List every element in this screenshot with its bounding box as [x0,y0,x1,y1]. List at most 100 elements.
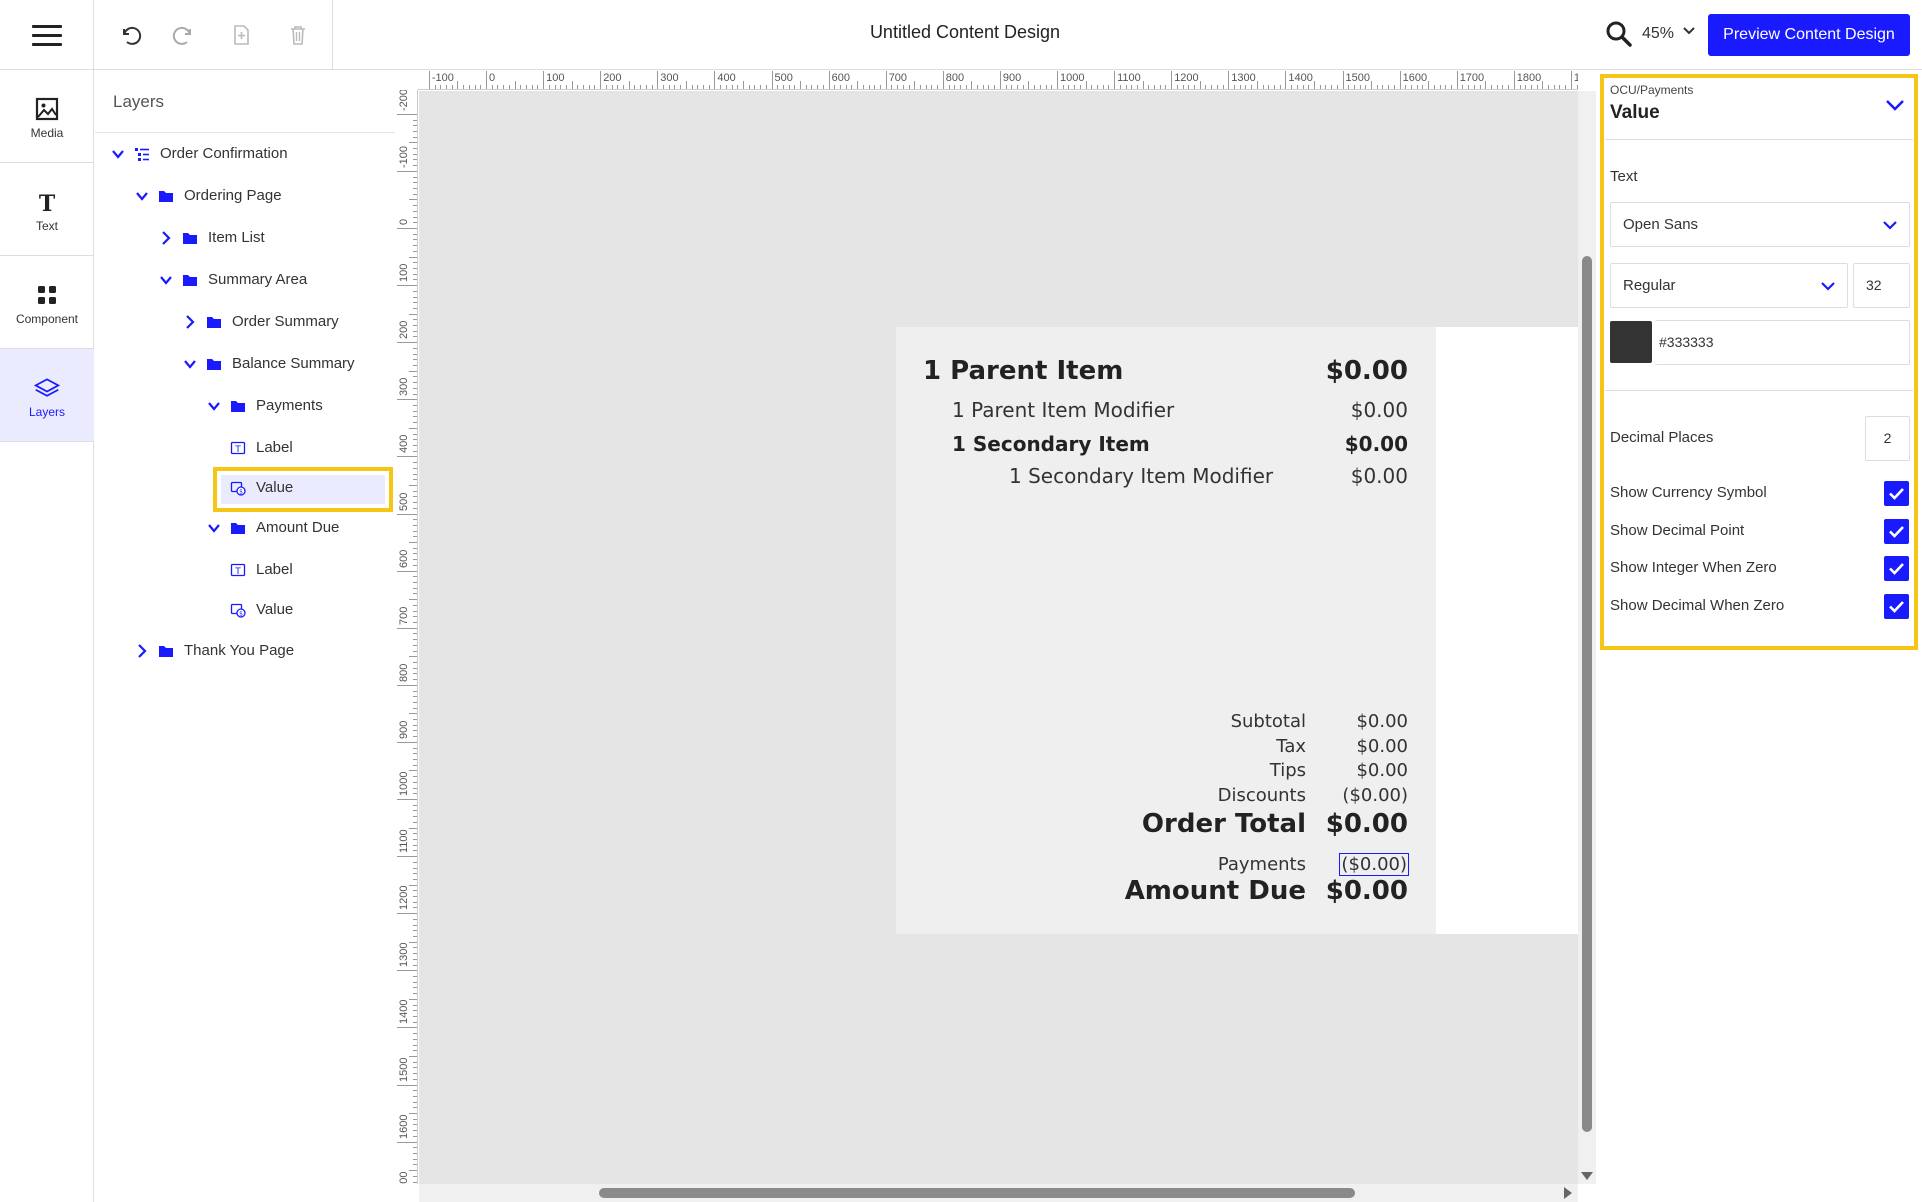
layer-tree-item[interactable]: Amount Due [206,513,339,543]
parent-modifier-label[interactable]: 1 Parent Item Modifier [952,398,1174,422]
layer-tree-item[interactable]: Order Summary [182,307,339,337]
chevron-down-icon[interactable] [206,520,222,536]
layer-tree-item[interactable]: T Label [230,555,293,585]
delete-button[interactable] [281,18,315,52]
layer-tree-item[interactable]: Balance Summary [182,349,355,379]
parent-item-price[interactable]: $0.00 [1326,356,1408,386]
parent-modifier-price[interactable]: $0.00 [1351,398,1408,422]
horizontal-scrollbar[interactable] [419,1184,1578,1202]
ruler-label: -100 [431,72,454,84]
font-size-input[interactable]: 32 [1853,263,1910,308]
tax-value[interactable]: $0.00 [1356,736,1408,757]
checkbox[interactable] [1884,594,1909,619]
document-title[interactable]: Untitled Content Design [800,22,1130,43]
layer-tree-item[interactable]: Summary Area [158,265,307,295]
layer-tree-item[interactable]: $ Value [230,473,293,503]
amount-due-label[interactable]: Amount Due [1125,876,1306,906]
ruler-minor-tick [1102,85,1104,89]
ruler-minor-tick [413,444,417,446]
ruler-minor-tick [413,810,417,812]
font-weight-select[interactable]: Regular [1610,263,1848,308]
horizontal-scroll-thumb[interactable] [599,1188,1355,1198]
checkbox-label[interactable]: Show Currency Symbol [1610,484,1767,501]
order-total-value[interactable]: $0.00 [1326,809,1408,839]
ruler-minor-tick [891,85,893,89]
secondary-modifier-label[interactable]: 1 Secondary Item Modifier [1009,464,1273,488]
rail-item-text[interactable]: T Text [0,163,94,256]
design-canvas[interactable]: 1 Parent Item $0.00 1 Parent Item Modifi… [419,91,1922,1184]
chevron-down-icon[interactable] [134,188,150,204]
chevron-down-icon[interactable] [182,356,198,372]
zoom-level[interactable]: 45% [1642,25,1674,43]
layer-tree-item[interactable]: $ Value [230,595,293,625]
subtotal-label[interactable]: Subtotal [1231,711,1306,732]
redo-button[interactable] [168,18,202,52]
order-total-label[interactable]: Order Total [1142,809,1306,839]
rail-item-media[interactable]: Media [0,70,94,163]
zoom-dropdown-chevron-icon[interactable] [1680,22,1698,40]
undo-button[interactable] [112,18,146,52]
ruler-minor-tick [1490,85,1492,89]
hamburger-menu-button[interactable] [0,0,94,70]
chevron-down-icon[interactable] [110,146,126,162]
ruler-minor-tick [413,821,417,823]
chevron-down-icon[interactable] [158,272,174,288]
vertical-scroll-thumb[interactable] [1582,256,1592,1132]
ruler-minor-tick [413,724,417,726]
checkbox-label[interactable]: Show Integer When Zero [1610,559,1777,576]
vertical-scrollbar[interactable] [1578,91,1596,1184]
chevron-down-icon [1821,282,1835,291]
rail-item-layers[interactable]: Layers [0,349,94,442]
tips-value[interactable]: $0.00 [1356,760,1408,781]
chevron-down-icon[interactable] [206,398,222,414]
color-swatch[interactable] [1610,321,1652,363]
ruler-minor-tick [1393,85,1395,89]
layer-tree-item[interactable]: Order Confirmation [110,139,288,169]
decimal-places-input[interactable]: 2 [1865,416,1910,461]
chevron-right-icon[interactable] [182,314,198,330]
zoom-search-icon[interactable] [1604,19,1634,49]
tips-label[interactable]: Tips [1270,760,1306,781]
ruler-minor-tick [413,336,417,338]
ruler-minor-tick [531,85,533,89]
element-path: OCU/Payments [1610,83,1694,97]
payments-value-selected[interactable]: ($0.00) [1339,853,1409,876]
secondary-item-label[interactable]: 1 Secondary Item [952,432,1150,456]
checkbox[interactable] [1884,519,1909,544]
checkbox-label[interactable]: Show Decimal When Zero [1610,597,1784,614]
scroll-right-arrow-icon[interactable] [1564,1187,1572,1199]
ruler-minor-tick [413,153,417,155]
ruler-minor-tick [822,85,824,89]
checkbox[interactable] [1884,556,1909,581]
rail-item-component[interactable]: Component [0,256,94,349]
parent-item-label[interactable]: 1 Parent Item [923,356,1123,386]
checkbox-label[interactable]: Show Decimal Point [1610,522,1744,539]
layer-tree-item[interactable]: Thank You Page [134,636,294,666]
layer-tree-item[interactable]: T Label [230,433,293,463]
preview-content-design-button[interactable]: Preview Content Design [1708,14,1910,56]
ruler-minor-tick [413,621,417,623]
subtotal-value[interactable]: $0.00 [1356,711,1408,732]
chevron-right-icon[interactable] [158,230,174,246]
tax-label[interactable]: Tax [1276,736,1306,757]
scroll-down-arrow-icon[interactable] [1581,1172,1593,1180]
discounts-value[interactable]: ($0.00) [1342,785,1408,806]
chevron-right-icon[interactable] [134,643,150,659]
checkbox[interactable] [1884,481,1909,506]
add-page-button[interactable] [224,18,258,52]
receipt-area[interactable]: 1 Parent Item $0.00 1 Parent Item Modifi… [896,327,1436,934]
payments-label[interactable]: Payments [1218,854,1306,875]
layer-tree-item[interactable]: Ordering Page [134,181,282,211]
collapse-chevron-icon[interactable] [1884,94,1906,116]
ruler-label: 800 [945,72,965,84]
layer-tree-item[interactable]: Payments [206,391,323,421]
secondary-modifier-price[interactable]: $0.00 [1351,464,1408,488]
discounts-label[interactable]: Discounts [1218,785,1306,806]
ruler-minor-tick [413,804,417,806]
color-hex-input[interactable]: #333333 [1655,320,1910,365]
ruler-label: 700 [398,606,410,625]
secondary-item-price[interactable]: $0.00 [1345,432,1408,456]
layer-tree-item[interactable]: Item List [158,223,265,253]
font-family-select[interactable]: Open Sans [1610,202,1910,247]
amount-due-value[interactable]: $0.00 [1326,876,1408,906]
